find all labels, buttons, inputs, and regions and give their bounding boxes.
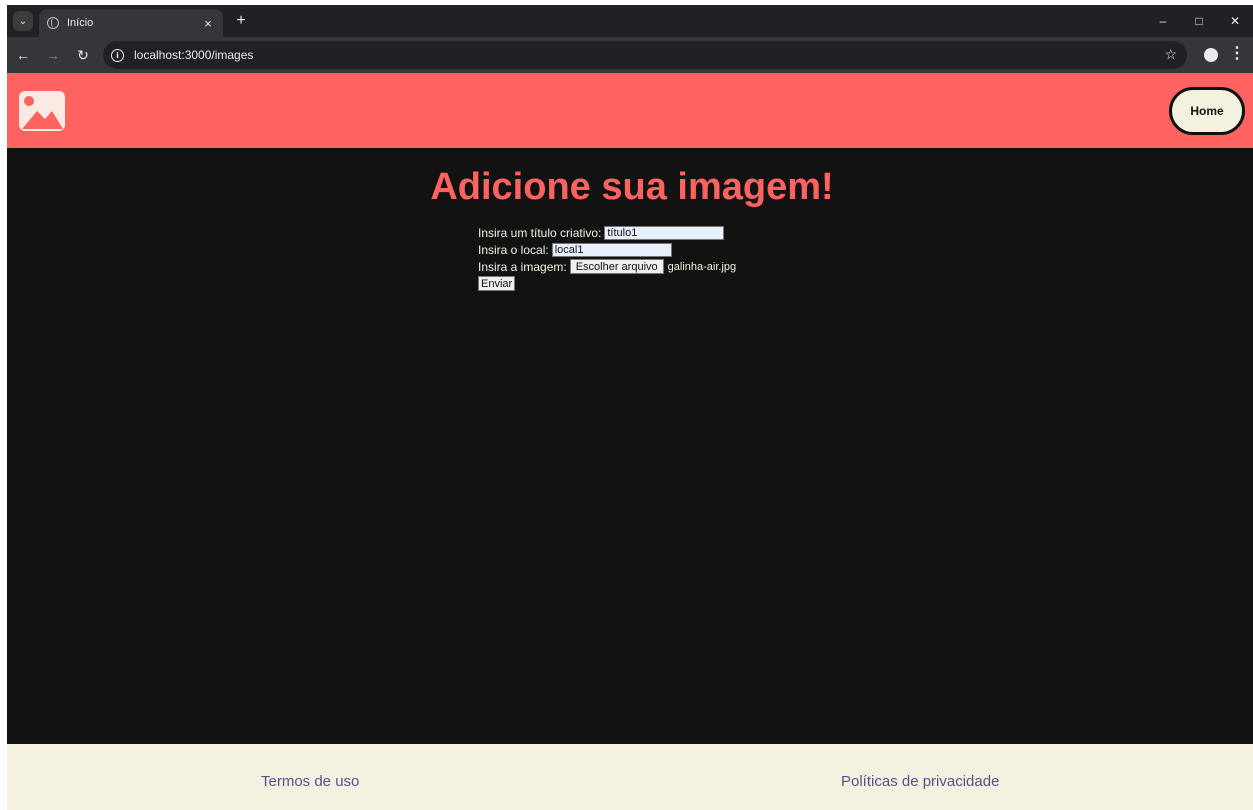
submit-button[interactable]: Enviar (478, 276, 516, 291)
site-footer: Termos de uso Políticas de privacidade (7, 744, 1253, 810)
local-input[interactable] (551, 242, 672, 257)
image-icon[interactable] (19, 91, 65, 131)
url-text: localhost:3000/images (134, 48, 254, 62)
form-row-local: Insira o local: (478, 241, 736, 258)
image-label: Insira a imagem: (478, 259, 567, 274)
browser-toolbar: ← → ↻ i localhost:3000/images ☆ (7, 37, 1253, 73)
page-title: Adicione sua imagem! (430, 166, 834, 208)
star-icon[interactable]: ☆ (1164, 46, 1177, 63)
close-window-button[interactable]: ✕ (1217, 5, 1253, 37)
info-icon[interactable]: i (111, 48, 124, 62)
form-row-title: Insira um título criativo: (478, 224, 736, 241)
new-tab-button[interactable]: + (231, 11, 251, 31)
globe-icon (47, 17, 59, 29)
kebab-menu-icon[interactable]: ⋮ (1229, 43, 1245, 63)
profile-icon[interactable] (1201, 45, 1221, 65)
choose-file-button[interactable]: Escolher arquivo (569, 259, 664, 274)
maximize-button[interactable]: □ (1181, 5, 1217, 37)
privacy-link[interactable]: Políticas de privacidade (841, 773, 999, 790)
forward-icon[interactable]: → (39, 41, 67, 69)
form-row-image: Insira a imagem: Escolher arquivo galinh… (478, 258, 736, 275)
file-name: galinha-air.jpg (667, 260, 737, 273)
site-header: Home (7, 73, 1253, 148)
minimize-button[interactable]: – (1145, 5, 1181, 37)
browser-tab[interactable]: Início × (39, 9, 223, 37)
browser-window: ⌄ Início × + – □ ✕ ← → ↻ i localhost:300… (7, 5, 1253, 810)
terms-link[interactable]: Termos de uso (261, 773, 359, 790)
tab-strip: ⌄ Início × + – □ ✕ (7, 5, 1253, 37)
home-button[interactable]: Home (1169, 87, 1245, 135)
back-icon[interactable]: ← (9, 41, 37, 69)
chevron-down-icon[interactable]: ⌄ (13, 11, 33, 31)
title-label: Insira um título criativo: (478, 225, 602, 240)
form-row-submit: Enviar (478, 275, 736, 292)
reload-icon[interactable]: ↻ (69, 41, 97, 69)
web-page: Home Adicione sua imagem! Insira um títu… (7, 73, 1253, 810)
tab-title: Início (67, 17, 94, 29)
local-label: Insira o local: (478, 242, 549, 257)
window-controls: – □ ✕ (1145, 5, 1253, 37)
upload-form: Insira um título criativo: Insira o loca… (478, 224, 736, 292)
close-tab-icon[interactable]: × (201, 16, 215, 31)
title-input[interactable] (604, 225, 725, 240)
address-bar[interactable]: i localhost:3000/images ☆ (103, 41, 1187, 69)
